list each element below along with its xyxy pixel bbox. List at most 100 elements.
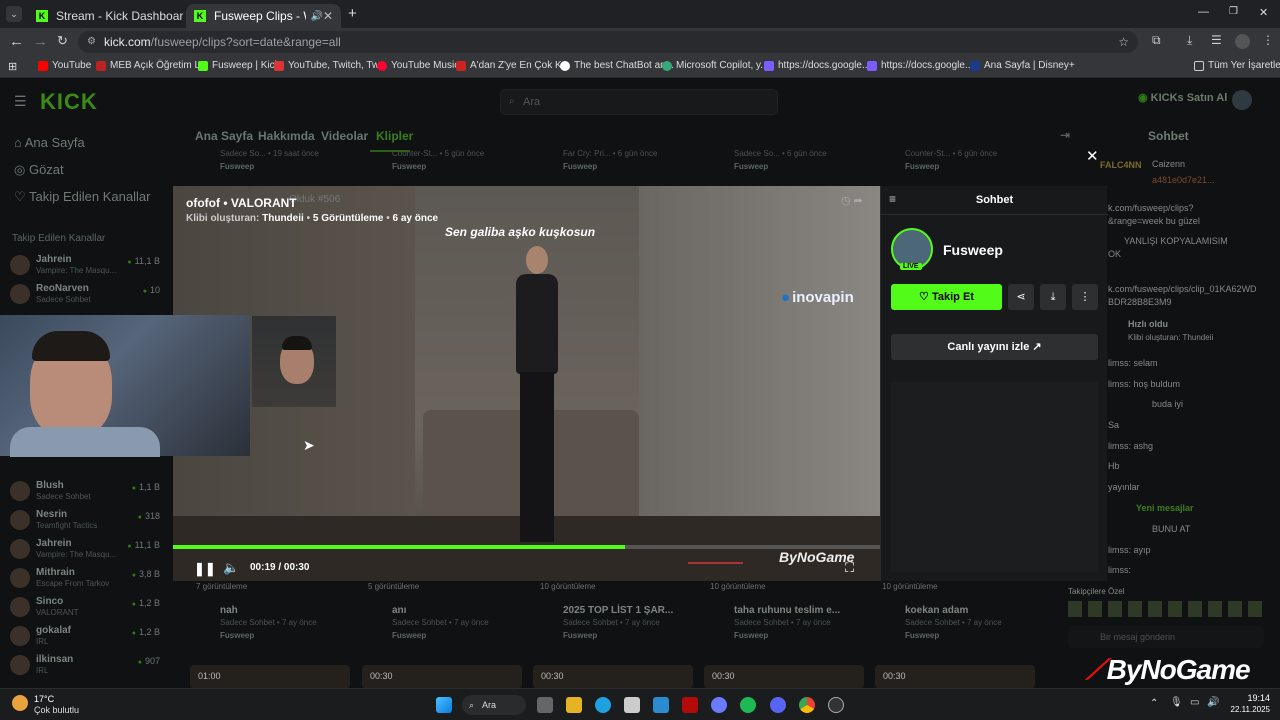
clip-thumbnail[interactable]: 00:30 [875, 665, 1035, 688]
app-icon[interactable] [653, 697, 669, 713]
bookmark-item[interactable]: YouTube Music [377, 60, 459, 71]
microphone-icon[interactable]: 🎙 [1170, 697, 1183, 708]
back-icon[interactable]: ← [9, 33, 24, 50]
new-tab-button[interactable]: + [348, 5, 357, 22]
clip-thumbnail[interactable]: 00:30 [533, 665, 693, 688]
clip-card[interactable]: 2025 TOP LİST 1 ŞAR... Sadece Sohbet • 7 … [563, 605, 723, 640]
discord-icon[interactable] [770, 697, 786, 713]
extensions-icon[interactable]: ⧉ [1152, 33, 1161, 48]
bookmark-item[interactable]: A'dan Z'ye En Çok K... [456, 60, 570, 71]
clip-card[interactable]: nah Sadece Sohbet • 7 ay önce Fusweep [220, 605, 380, 640]
tab-home[interactable]: Ana Sayfa [195, 129, 253, 143]
chat-message-input[interactable]: Bir mesaj gönderin [1068, 626, 1264, 648]
forward-icon[interactable]: → [33, 33, 48, 50]
channel-item[interactable]: gokalafIRL 1,2 B [10, 624, 160, 652]
chat-username[interactable]: Caizenn [1152, 159, 1185, 169]
bookmark-item[interactable]: YouTube [38, 60, 91, 71]
bookmark-item[interactable]: The best ChatBot an... [560, 60, 674, 71]
volume-slider[interactable] [688, 562, 743, 564]
obs-icon[interactable] [828, 697, 844, 713]
clock-time[interactable]: 19:14 [1226, 693, 1270, 703]
clip-card[interactable]: Sadece So... • 6 gün önce Fusweep [734, 147, 894, 171]
spotify-icon[interactable] [740, 697, 756, 713]
profile-avatar[interactable] [1235, 34, 1250, 49]
channel-item[interactable]: ilkinsanIRL 907 [10, 653, 160, 681]
close-icon[interactable]: ✕ [1086, 147, 1099, 165]
pause-button[interactable]: ❚❚ [194, 561, 216, 577]
channel-item[interactable]: NesrinTeamfight Tactics 318 [10, 508, 160, 536]
bookmark-item[interactable]: MEB Açık Öğretim L... [96, 60, 208, 71]
tab-clips[interactable]: Klipler [376, 129, 413, 143]
chat-clip-title[interactable]: Hızlı oldu [1128, 319, 1168, 329]
clip-card[interactable]: Counter-St... • 5 gün önce Fusweep [392, 147, 552, 171]
network-icon[interactable]: ▭ [1190, 697, 1199, 708]
bookmark-star-icon[interactable]: ☆ [1118, 31, 1129, 53]
clock-date[interactable]: 22.11.2025 [1226, 705, 1270, 714]
channel-item[interactable]: JahreinVampire: The Masqu... 11,1 B [10, 537, 160, 565]
chrome-icon[interactable] [799, 697, 815, 713]
store-icon[interactable] [624, 697, 640, 713]
tab-videos[interactable]: Videolar [321, 129, 368, 143]
url-input[interactable]: ⚙ kick.com/fusweep/clips?sort=date&range… [78, 31, 1138, 53]
clip-thumbnail[interactable]: 01:00 [190, 665, 350, 688]
nav-browse[interactable]: ◎ Gözat [14, 162, 64, 178]
more-options-button[interactable]: ⋮ [1072, 284, 1098, 310]
new-messages-divider[interactable]: Yeni mesajlar [1136, 503, 1194, 513]
reload-icon[interactable]: ↻ [57, 33, 68, 49]
bookmark-item[interactable]: YouTube, Twitch, Tw... [274, 60, 387, 71]
hamburger-menu-icon[interactable]: ☰ [14, 93, 27, 110]
channel-item[interactable]: BlushSadece Sohbet 1,1 B [10, 479, 160, 507]
site-info-icon[interactable]: ⚙ [87, 31, 96, 53]
clip-card[interactable]: anı Sadece Sohbet • 7 ay önce Fusweep [392, 605, 552, 640]
bookmark-item[interactable]: Microsoft Copilot, y... [662, 60, 769, 71]
edge-icon[interactable] [595, 697, 611, 713]
speaker-icon[interactable]: 🔊 [310, 11, 322, 22]
clip-card[interactable]: Counter-St... • 6 gün önce Fusweep [905, 147, 1065, 171]
minimize-button[interactable]: — [1198, 6, 1209, 18]
bookmark-item[interactable]: Ana Sayfa | Disney+ [970, 60, 1075, 71]
netflix-icon[interactable] [682, 697, 698, 713]
media-control-icon[interactable]: ☰ [1211, 33, 1222, 47]
window-close-button[interactable]: ✕ [1259, 6, 1268, 19]
bookmark-item[interactable]: Fusweep | Kick [198, 60, 280, 71]
collapse-chat-icon[interactable]: ⇥ [1060, 128, 1070, 142]
emote-row[interactable] [1068, 601, 1268, 617]
user-avatar[interactable] [1232, 90, 1252, 110]
all-bookmarks[interactable]: Tüm Yer İşaretleri [1194, 60, 1280, 71]
follow-button[interactable]: ♡ Takip Et [891, 284, 1002, 310]
tab-fusweep-clips[interactable]: K Fusweep Clips - Watch Live 🔊 ✕ [186, 4, 341, 28]
file-explorer-icon[interactable] [566, 697, 582, 713]
tab-search-icon[interactable]: ⌄ [6, 6, 22, 22]
nav-home[interactable]: ⌂ Ana Sayfa [14, 135, 85, 150]
kicks-buy-button[interactable]: ◉ KICKs Satın Al [1138, 91, 1227, 104]
clip-thumbnail[interactable]: 00:30 [704, 665, 864, 688]
bookmark-item[interactable]: https://docs.google.... [764, 60, 873, 71]
creator-name[interactable]: Thundeii [262, 213, 304, 224]
clip-card[interactable]: Far Cry: Pri... • 6 gün önce Fusweep [563, 147, 723, 171]
download-button[interactable]: ⤓ [1040, 284, 1066, 310]
tray-chevron-icon[interactable]: ⌃ [1150, 698, 1158, 709]
chat-username[interactable]: a481e0d7e21... [1152, 175, 1215, 185]
chat-username[interactable]: FALC4NN [1100, 160, 1142, 170]
bookmark-item[interactable]: https://docs.google.... [867, 60, 976, 71]
watch-live-button[interactable]: Canlı yayını izle ↗ [891, 334, 1098, 360]
close-icon[interactable]: ✕ [323, 9, 333, 23]
speaker-icon[interactable]: 🔊 [1207, 697, 1219, 708]
channel-item[interactable]: ReoNarvenSadece Sohbet 10 [10, 282, 160, 310]
download-icon[interactable]: ⤓ [1187, 33, 1192, 48]
channel-item[interactable]: SincoVALORANT 1,2 B [10, 595, 160, 623]
tab-about[interactable]: Hakkımda [258, 129, 315, 143]
windows-start-icon[interactable] [436, 697, 452, 713]
clip-thumbnail[interactable]: 00:30 [362, 665, 522, 688]
nav-following[interactable]: ♡ Takip Edilen Kanallar [14, 189, 150, 205]
fullscreen-icon[interactable]: ⛶ [845, 560, 854, 576]
tab-kick-dashboard[interactable]: K Stream - Kick Dashboard ✕ [28, 4, 183, 28]
channel-item[interactable]: MithrainEscape From Tarkov 3,8 B [10, 566, 160, 594]
search-input[interactable]: ⌕ Ara [500, 89, 778, 115]
weather-icon[interactable] [12, 695, 28, 711]
menu-icon[interactable]: ⋮ [1262, 33, 1274, 47]
clip-card[interactable]: koekan adam Sadece Sohbet • 7 ay önce Fusw… [905, 605, 1065, 640]
volume-icon[interactable]: 🔈 [223, 560, 239, 576]
taskbar-search[interactable]: ⌕ Ara [462, 695, 526, 715]
clip-card[interactable]: taha ruhunu teslim e... Sadece Sohbet • 7… [734, 605, 894, 640]
